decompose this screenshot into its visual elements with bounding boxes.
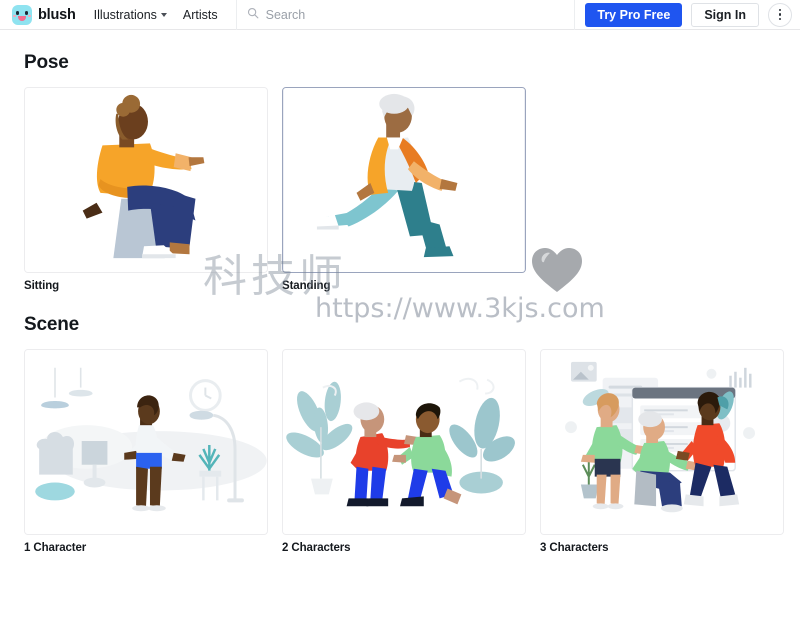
scene-card-3-characters-cell: 3 Characters	[540, 349, 784, 554]
illustration-interior-one-character	[25, 350, 267, 534]
scene-card-1-character[interactable]	[24, 349, 268, 535]
illustration-two-characters	[283, 350, 525, 534]
scene-card-1-character-label: 1 Character	[24, 542, 87, 554]
nav-item-illustrations[interactable]: Illustrations	[94, 8, 167, 22]
pose-card-sitting-label: Sitting	[24, 280, 60, 292]
top-navigation-bar: blush Illustrations Artists Try Pro Free…	[0, 0, 800, 30]
scene-card-3-characters-label: 3 Characters	[540, 542, 609, 554]
pose-card-standing-label: Standing	[282, 280, 331, 292]
scene-card-2-characters[interactable]	[282, 349, 526, 535]
nav-item-artists-label: Artists	[182, 7, 218, 22]
illustration-three-characters-dashboard	[541, 350, 783, 534]
pose-card-sitting[interactable]	[24, 87, 268, 273]
nav-item-illustrations-label: Illustrations	[93, 7, 157, 22]
pose-card-row: Sitting Standing	[24, 87, 776, 292]
scene-card-2-characters-label: 2 Characters	[282, 542, 351, 554]
blush-mascot-logo-icon	[12, 4, 32, 25]
try-pro-free-button[interactable]: Try Pro Free	[585, 2, 683, 27]
illustration-person-sitting	[25, 88, 267, 272]
chevron-down-icon	[160, 13, 167, 17]
scene-card-row: 1 Character 2 Characters 3 Characters	[24, 349, 784, 554]
brand-name: blush	[38, 6, 76, 23]
primary-nav: Illustrations Artists	[94, 8, 218, 22]
search-container[interactable]	[235, 0, 576, 30]
nav-item-artists[interactable]: Artists	[183, 8, 218, 22]
search-icon	[247, 6, 259, 24]
section-title-scene: Scene	[24, 314, 79, 335]
scene-card-2-characters-cell: 2 Characters	[282, 349, 526, 554]
scene-card-3-characters[interactable]	[540, 349, 784, 535]
brand-logo-link[interactable]: blush	[12, 4, 76, 25]
sign-in-button[interactable]: Sign In	[691, 2, 759, 27]
section-title-pose: Pose	[24, 52, 69, 73]
search-input[interactable]	[265, 7, 565, 22]
main-content: Pose Sitting Standing Scene 1 Character …	[0, 52, 800, 554]
illustration-person-standing	[283, 88, 525, 272]
kebab-menu-icon[interactable]	[768, 2, 792, 27]
pose-card-standing-cell: Standing	[282, 87, 526, 292]
pose-card-standing[interactable]	[282, 87, 526, 273]
pose-card-sitting-cell: Sitting	[24, 87, 268, 292]
scene-card-1-character-cell: 1 Character	[24, 349, 268, 554]
header-actions: Try Pro Free Sign In	[585, 2, 792, 27]
